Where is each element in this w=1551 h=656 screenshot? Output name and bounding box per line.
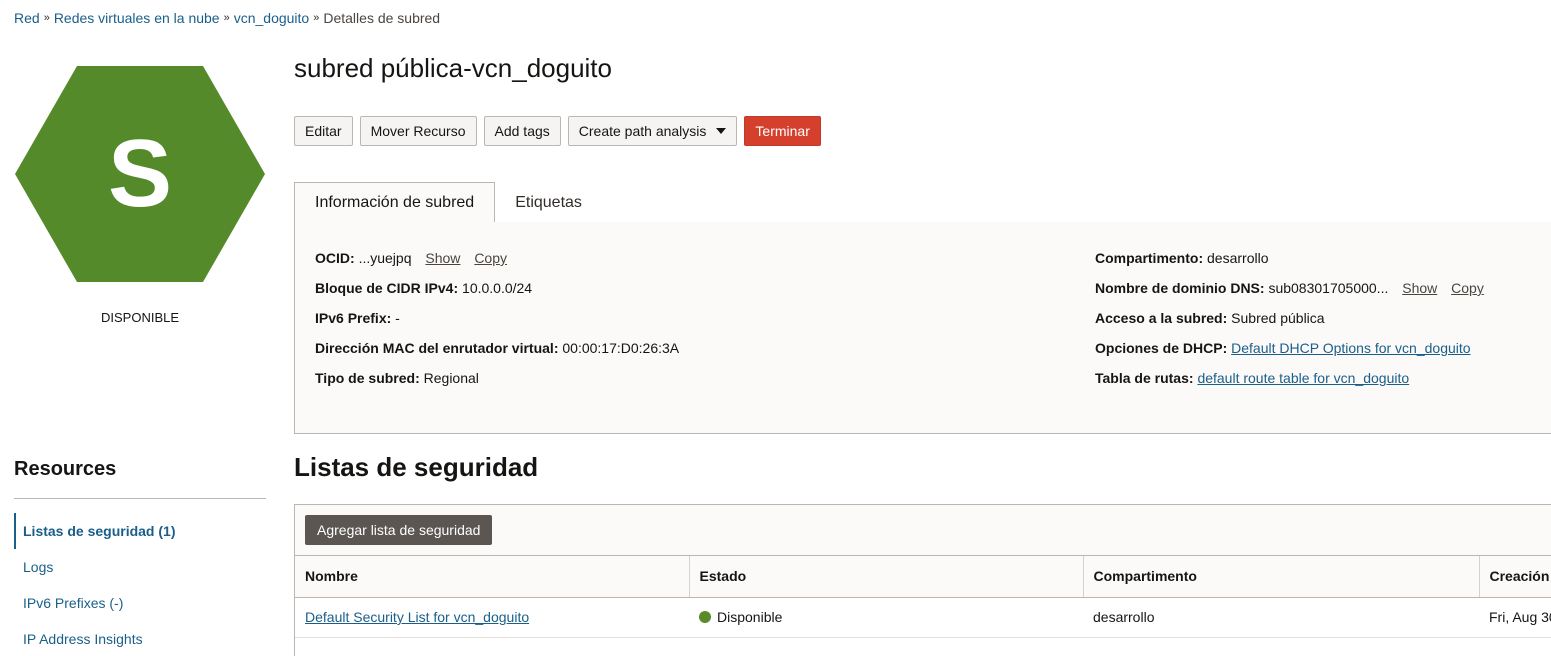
- dns-row: Nombre de dominio DNS: sub08301705000...…: [1095, 279, 1484, 309]
- dns-value: sub08301705000...: [1268, 280, 1389, 296]
- create-path-analysis-label: Create path analysis: [578, 123, 707, 139]
- breadcrumb-current: Detalles de subred: [323, 10, 441, 26]
- ocid-row: OCID: ...yuejpq Show Copy: [315, 249, 679, 279]
- caret-down-icon: [716, 128, 727, 134]
- add-tags-button[interactable]: Add tags: [483, 116, 561, 146]
- ipv6-value: -: [395, 310, 400, 326]
- move-resource-button[interactable]: Mover Recurso: [359, 116, 477, 146]
- breadcrumb-vcns[interactable]: Redes virtuales en la nube: [54, 10, 220, 26]
- tab-bar: Información de subred Etiquetas: [294, 182, 1551, 224]
- table-row: Default Security List for vcn_doguito Di…: [295, 597, 1551, 638]
- subnet-access-row: Acceso a la subred: Subred pública: [1095, 309, 1484, 339]
- resource-item-logs[interactable]: Logs: [14, 549, 266, 585]
- lifecycle-status: DISPONIBLE: [100, 310, 180, 325]
- column-header-compartment[interactable]: Compartimento: [1083, 556, 1480, 598]
- info-column-right: Compartimento: desarrollo Nombre de domi…: [1095, 249, 1484, 399]
- dhcp-options-link[interactable]: Default DHCP Options for vcn_doguito: [1231, 340, 1470, 356]
- compartment-value: desarrollo: [1207, 250, 1269, 266]
- cidr-value: 10.0.0.0/24: [462, 280, 533, 296]
- status-available-icon: [699, 611, 711, 623]
- tab-tags[interactable]: Etiquetas: [495, 182, 602, 223]
- column-header-name[interactable]: Nombre: [295, 556, 690, 598]
- page-title: subred pública-vcn_doguito: [294, 53, 612, 83]
- resource-item-security-lists[interactable]: Listas de seguridad (1): [14, 513, 266, 549]
- dns-copy-link[interactable]: Copy: [1451, 280, 1484, 296]
- cell-name: Default Security List for vcn_doguito: [295, 597, 689, 638]
- subnet-type-label: Tipo de subred:: [315, 370, 420, 386]
- resources-title: Resources: [14, 458, 117, 480]
- tab-subnet-info[interactable]: Información de subred: [294, 182, 496, 224]
- cidr-label: Bloque de CIDR IPv4:: [315, 280, 459, 296]
- dhcp-row: Opciones de DHCP: Default DHCP Options f…: [1095, 339, 1484, 369]
- route-table-link[interactable]: default route table for vcn_doguito: [1197, 370, 1409, 386]
- security-lists-grid: Nombre Estado Compartimento Creación Def…: [295, 556, 1551, 638]
- action-bar: Editar Mover Recurso Add tags Create pat…: [294, 116, 821, 146]
- security-lists-title: Listas de seguridad: [294, 452, 539, 482]
- dhcp-label: Opciones de DHCP:: [1095, 340, 1228, 356]
- route-table-label: Tabla de rutas:: [1095, 370, 1194, 386]
- terminate-button[interactable]: Terminar: [744, 116, 821, 146]
- resource-item-ip-address-insights[interactable]: IP Address Insights: [14, 621, 266, 656]
- column-header-created[interactable]: Creación: [1479, 556, 1551, 598]
- breadcrumb-red[interactable]: Red: [14, 10, 40, 26]
- resource-item-ipv6-prefixes[interactable]: IPv6 Prefixes (-): [14, 585, 266, 621]
- table-toolbar: Agregar lista de seguridad: [295, 505, 1551, 556]
- dns-label: Nombre de dominio DNS:: [1095, 280, 1265, 296]
- page: Red » Redes virtuales en la nube » vcn_d…: [0, 0, 1551, 656]
- subnet-access-label: Acceso a la subred:: [1095, 310, 1228, 326]
- edit-button[interactable]: Editar: [294, 116, 353, 146]
- security-list-link[interactable]: Default Security List for vcn_doguito: [305, 609, 529, 625]
- add-security-list-button[interactable]: Agregar lista de seguridad: [305, 515, 493, 545]
- ipv6-label: IPv6 Prefix:: [315, 310, 392, 326]
- breadcrumb: Red » Redes virtuales en la nube » vcn_d…: [14, 10, 440, 26]
- subnet-access-value: Subred pública: [1231, 310, 1325, 326]
- subnet-type-row: Tipo de subred: Regional: [315, 369, 679, 399]
- hexagon-letter: S: [108, 120, 172, 227]
- cell-created: Fri, Aug 30: [1479, 597, 1551, 638]
- column-header-status[interactable]: Estado: [689, 556, 1084, 598]
- breadcrumb-separator: »: [313, 12, 320, 24]
- cell-status: Disponible: [689, 597, 1083, 638]
- dns-show-link[interactable]: Show: [1402, 280, 1437, 296]
- breadcrumb-separator: »: [43, 12, 50, 24]
- table-header-row: Nombre Estado Compartimento Creación: [295, 556, 1551, 598]
- breadcrumb-vcn[interactable]: vcn_doguito: [234, 10, 310, 26]
- mac-value: 00:00:17:D0:26:3A: [562, 340, 680, 356]
- ocid-value: ...yuejpq: [358, 250, 412, 266]
- info-column-left: OCID: ...yuejpq Show Copy Bloque de CIDR…: [315, 249, 679, 399]
- mac-row: Dirección MAC del enrutador virtual: 00:…: [315, 339, 679, 369]
- cidr-row: Bloque de CIDR IPv4: 10.0.0.0/24: [315, 279, 679, 309]
- ocid-copy-link[interactable]: Copy: [474, 250, 507, 266]
- subnet-info-panel: OCID: ...yuejpq Show Copy Bloque de CIDR…: [294, 222, 1551, 434]
- compartment-label: Compartimento:: [1095, 250, 1204, 266]
- route-table-row: Tabla de rutas: default route table for …: [1095, 369, 1484, 399]
- status-text: Disponible: [717, 609, 783, 625]
- breadcrumb-separator: »: [223, 12, 230, 24]
- ocid-label: OCID:: [315, 250, 355, 266]
- security-lists-table: Agregar lista de seguridad Nombre Estado…: [294, 504, 1551, 656]
- subnet-type-value: Regional: [423, 370, 479, 386]
- resources-nav: Listas de seguridad (1) Logs IPv6 Prefix…: [14, 513, 266, 656]
- compartment-row: Compartimento: desarrollo: [1095, 249, 1484, 279]
- mac-label: Dirección MAC del enrutador virtual:: [315, 340, 559, 356]
- subnet-hexagon-icon: S: [14, 64, 266, 284]
- ocid-show-link[interactable]: Show: [425, 250, 460, 266]
- resources-divider: [14, 498, 266, 499]
- ipv6-row: IPv6 Prefix: -: [315, 309, 679, 339]
- cell-compartment: desarrollo: [1083, 597, 1479, 638]
- create-path-analysis-button[interactable]: Create path analysis: [567, 116, 738, 146]
